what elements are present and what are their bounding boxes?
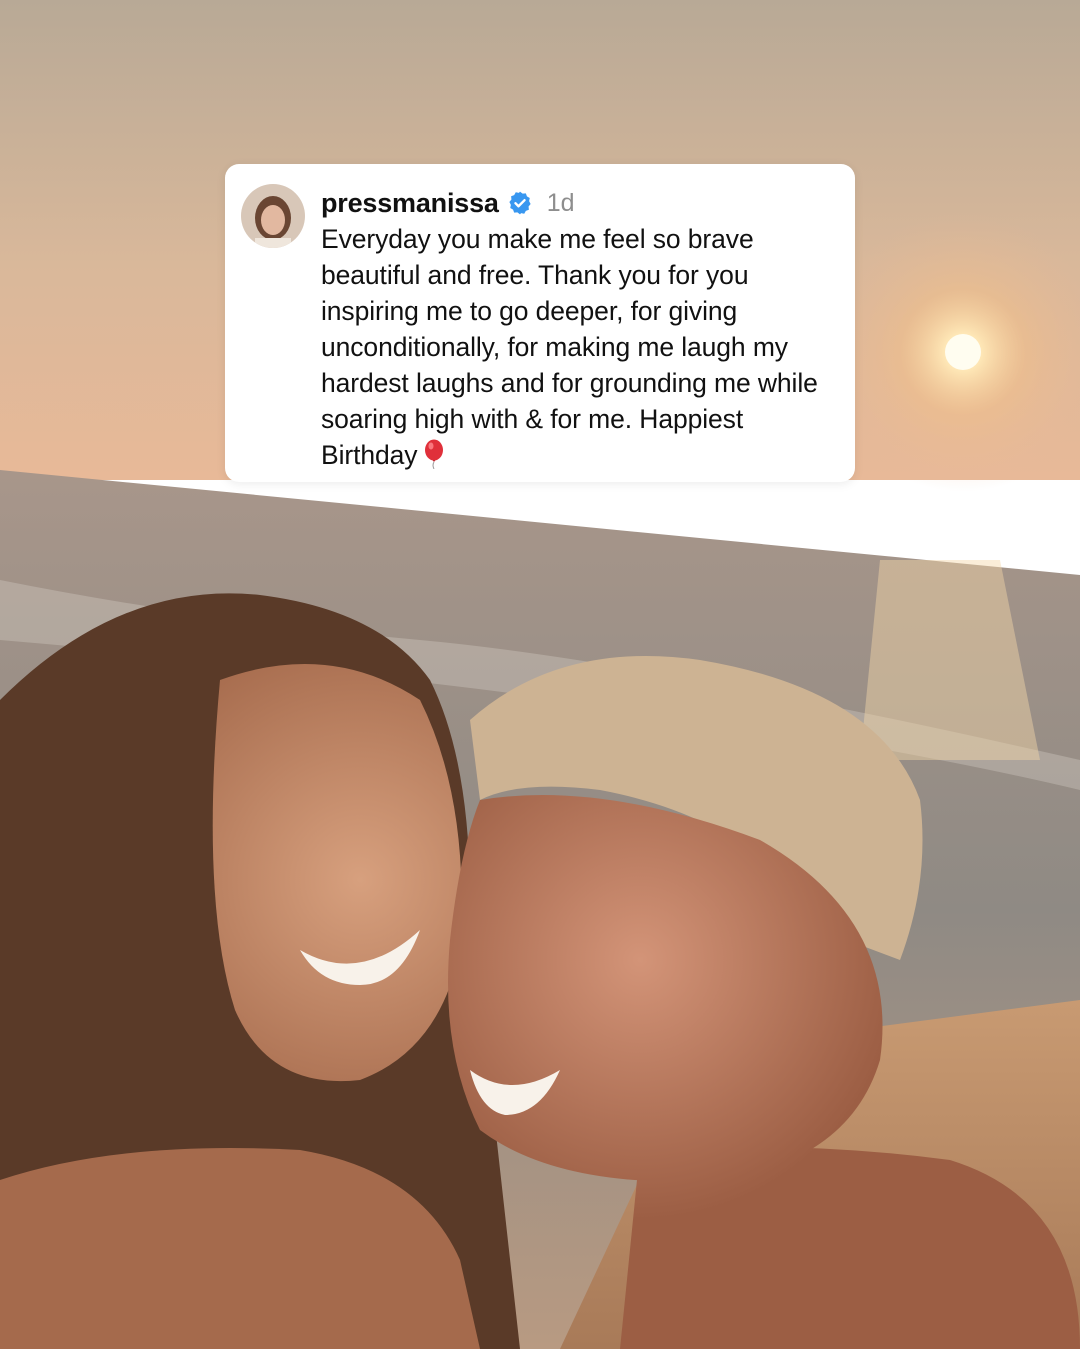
- comment-text: Everyday you make me feel so brave beaut…: [321, 224, 818, 470]
- comment-card: pressmanissa 1d Everyday you make me fee…: [225, 164, 855, 482]
- username[interactable]: pressmanissa: [321, 188, 499, 219]
- comment-timestamp: 1d: [546, 188, 575, 217]
- avatar[interactable]: [241, 184, 305, 248]
- balloon-emoji: [421, 439, 447, 470]
- verified-badge-icon: [507, 190, 533, 216]
- comment-body: Everyday you make me feel so brave beaut…: [321, 221, 846, 473]
- comment-header: pressmanissa 1d: [321, 186, 575, 220]
